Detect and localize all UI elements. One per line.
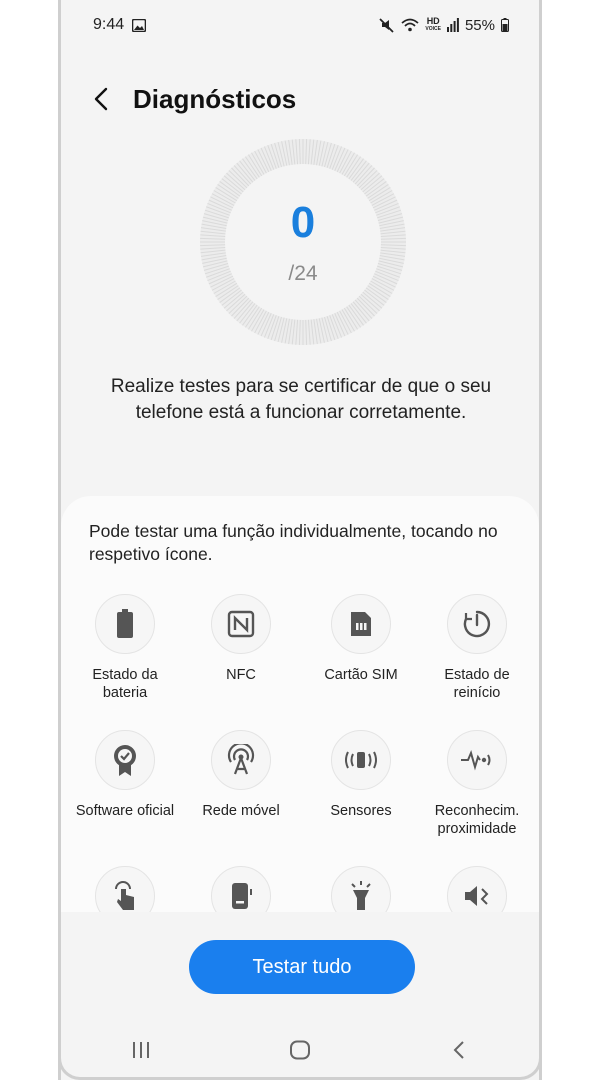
tests-total-count: /24	[288, 262, 318, 285]
signal-icon	[446, 18, 459, 32]
test-sensors[interactable]: Sensores	[303, 730, 419, 820]
test-battery[interactable]: Estado da bateria	[67, 594, 183, 702]
page-title: Diagnósticos	[133, 83, 297, 114]
test-all-button[interactable]: Testar tudo	[189, 940, 415, 994]
home-icon	[289, 1040, 310, 1060]
touch-icon	[115, 881, 134, 910]
back-button[interactable]	[89, 82, 113, 116]
test-proximity[interactable]: Reconhecim. proximidade	[419, 730, 535, 838]
sensors-icon	[345, 751, 377, 769]
status-bar: 9:44 HD VOICE 55%	[93, 12, 509, 38]
hd-voice-icon: HD VOICE	[425, 16, 441, 33]
recent-apps-icon	[132, 1042, 149, 1058]
flashlight-icon	[351, 881, 371, 910]
chevron-left-icon	[94, 87, 108, 111]
mute-icon	[379, 17, 395, 33]
tests-completed-count: 0	[290, 198, 316, 247]
speaker-icon	[465, 886, 489, 906]
test-sim-card[interactable]: Cartão SIM	[303, 594, 419, 684]
battery-status-icon	[501, 18, 509, 32]
header: Diagnósticos	[89, 82, 296, 116]
wifi-icon	[401, 18, 419, 32]
description-text: Realize testes para se certificar de que…	[110, 376, 492, 423]
nfc-icon	[227, 610, 255, 638]
certified-badge-icon	[114, 745, 136, 776]
status-time: 9:44	[93, 16, 125, 33]
back-nav-icon	[453, 1041, 465, 1059]
sim-card-icon	[351, 612, 371, 636]
cell-tower-icon	[227, 744, 255, 775]
panel-instruction: Pode testar uma função individualmente, …	[89, 521, 498, 564]
test-mobile-network[interactable]: Rede móvel	[183, 730, 299, 820]
test-nfc[interactable]: NFC	[183, 594, 299, 684]
gallery-notification-icon	[132, 18, 147, 32]
test-restart-state[interactable]: Estado de reinício	[419, 594, 535, 702]
proximity-icon	[461, 750, 491, 771]
battery-icon	[117, 609, 133, 638]
battery-percent: 55%	[464, 16, 495, 34]
screen-icon	[232, 883, 252, 909]
phone-screen: 9:44 HD VOICE 55% Diagnósticos 0 /24 Rea…	[58, 0, 542, 1080]
test-official-software[interactable]: Software oficial	[67, 730, 183, 820]
restart-icon	[463, 610, 491, 638]
progress-ring: 0 /24	[199, 138, 407, 346]
